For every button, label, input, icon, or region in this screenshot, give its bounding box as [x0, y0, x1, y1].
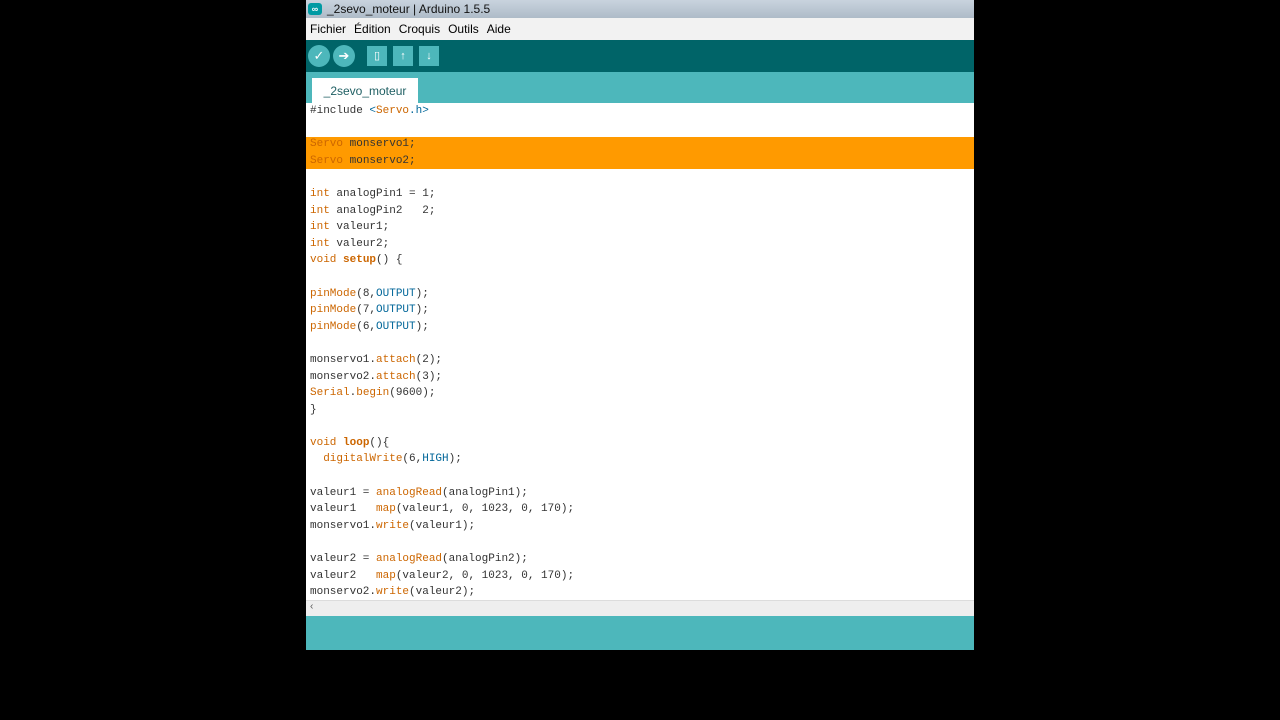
- menu-fichier[interactable]: Fichier: [308, 22, 348, 36]
- code-line[interactable]: valeur2 = analogRead(analogPin2);: [310, 551, 970, 568]
- code-line[interactable]: Servo monservo2;: [310, 153, 970, 170]
- code-line[interactable]: valeur1 = analogRead(analogPin1);: [310, 485, 970, 502]
- code-line[interactable]: int valeur2;: [310, 236, 970, 253]
- code-line[interactable]: int analogPin2 2;: [310, 203, 970, 220]
- code-line[interactable]: ​: [310, 418, 970, 435]
- menu-croquis[interactable]: Croquis: [397, 22, 442, 36]
- code-line[interactable]: void loop(){: [310, 435, 970, 452]
- code-line[interactable]: valeur1 map(valeur1, 0, 1023, 0, 170);: [310, 501, 970, 518]
- code-line[interactable]: valeur2 map(valeur2, 0, 1023, 0, 170);: [310, 568, 970, 585]
- code-line[interactable]: ​: [310, 120, 970, 137]
- code-lines: #include <Servo.h>​Servo monservo1;Servo…: [310, 103, 970, 600]
- code-line[interactable]: monservo2.attach(3);: [310, 369, 970, 386]
- arrow-up-icon: ↑: [400, 50, 406, 62]
- window-title: _2sevo_moteur | Arduino 1.5.5: [327, 2, 491, 16]
- code-line[interactable]: Servo monservo1;: [310, 136, 970, 153]
- horizontal-scrollbar[interactable]: ‹: [306, 600, 974, 616]
- open-button[interactable]: ↑: [393, 46, 413, 66]
- save-button[interactable]: ↓: [419, 46, 439, 66]
- code-line[interactable]: monservo1.write(valeur1);: [310, 518, 970, 535]
- upload-button[interactable]: ➔: [333, 45, 355, 67]
- code-line[interactable]: ​: [310, 169, 970, 186]
- arduino-window: ∞ _2sevo_moteur | Arduino 1.5.5 Fichier …: [306, 0, 974, 650]
- arduino-logo-icon: ∞: [308, 3, 322, 15]
- new-file-icon: ▯: [373, 50, 381, 62]
- menu-bar: Fichier Édition Croquis Outils Aide: [306, 18, 974, 40]
- code-line[interactable]: ​: [310, 468, 970, 485]
- console-area: [306, 616, 974, 650]
- code-line[interactable]: monservo1.attach(2);: [310, 352, 970, 369]
- tab-2sevo-moteur[interactable]: _2sevo_moteur: [312, 78, 418, 103]
- code-line[interactable]: int valeur1;: [310, 219, 970, 236]
- menu-edition[interactable]: Édition: [352, 22, 393, 36]
- tab-bar: _2sevo_moteur: [306, 72, 974, 103]
- code-line[interactable]: Serial.begin(9600);: [310, 385, 970, 402]
- menu-outils[interactable]: Outils: [446, 22, 481, 36]
- code-line[interactable]: digitalWrite(6,HIGH);: [310, 451, 970, 468]
- code-editor[interactable]: #include <Servo.h>​Servo monservo1;Servo…: [306, 103, 974, 600]
- code-line[interactable]: #include <Servo.h>: [310, 103, 970, 120]
- new-button[interactable]: ▯: [367, 46, 387, 66]
- check-icon: ✓: [313, 48, 325, 63]
- verify-button[interactable]: ✓: [308, 45, 330, 67]
- code-line[interactable]: pinMode(6,OUTPUT);: [310, 319, 970, 336]
- code-line[interactable]: ​: [310, 335, 970, 352]
- code-line[interactable]: void setup() {: [310, 252, 970, 269]
- code-line[interactable]: ​: [310, 269, 970, 286]
- code-line[interactable]: int analogPin1 = 1;: [310, 186, 970, 203]
- code-line[interactable]: monservo2.write(valeur2);: [310, 584, 970, 600]
- toolbar: ✓ ➔ ▯ ↑ ↓: [306, 40, 974, 72]
- code-line[interactable]: ​: [310, 534, 970, 551]
- title-bar: ∞ _2sevo_moteur | Arduino 1.5.5: [306, 0, 974, 18]
- code-line[interactable]: }: [310, 402, 970, 419]
- arrow-right-icon: ➔: [338, 48, 350, 63]
- menu-aide[interactable]: Aide: [485, 22, 513, 36]
- arrow-down-icon: ↓: [426, 50, 432, 62]
- scroll-left-icon[interactable]: ‹: [310, 601, 313, 612]
- code-line[interactable]: pinMode(7,OUTPUT);: [310, 302, 970, 319]
- code-line[interactable]: pinMode(8,OUTPUT);: [310, 286, 970, 303]
